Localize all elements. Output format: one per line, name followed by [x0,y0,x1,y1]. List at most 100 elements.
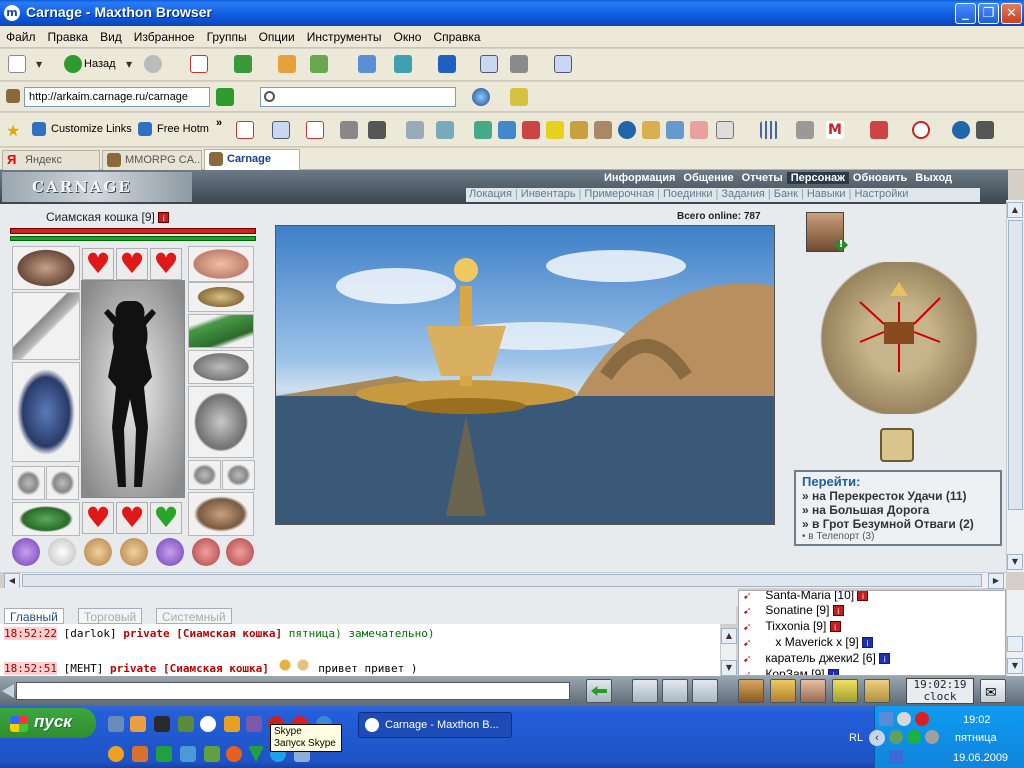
scroll-down-icon[interactable]: ▼ [1007,554,1023,570]
glasses-icon[interactable] [976,121,994,139]
info-icon[interactable]: i [857,591,869,602]
info-icon[interactable]: i [862,637,874,649]
scroll-left-icon[interactable]: ◀ [4,573,20,589]
firefox-icon[interactable] [226,746,242,762]
message-private[interactable]: private [Сиамская кошка] [110,662,269,675]
safari-icon[interactable] [952,121,970,139]
maxthon-quick-icon[interactable] [200,716,216,732]
palette-icon[interactable] [570,121,588,139]
rune-icon[interactable] [226,538,254,566]
boots-slot[interactable] [188,492,254,536]
menu-file[interactable]: Файл [0,26,42,48]
tab-mmorpg[interactable]: MMORPG CA... [102,150,202,170]
tray-icon[interactable] [889,750,903,764]
goto-teleport-link[interactable]: • в Телепорт (3) [802,531,994,542]
tile-icon[interactable] [272,121,290,139]
goto-crossroads-link[interactable]: » на Перекресток Удачи (11) [802,489,994,503]
quicklaunch-icon[interactable] [130,716,146,732]
nav-inventory[interactable]: Инвентарь [518,188,579,200]
quicklaunch-icon[interactable] [246,716,262,732]
scroll-down-icon[interactable]: ▼ [721,660,737,676]
scroll-right-icon[interactable]: ▶ [988,573,1004,589]
scroll-thumb[interactable] [1008,220,1023,510]
quicklaunch-icon[interactable] [108,716,124,732]
chat-message-input[interactable] [16,682,570,700]
arrow-left-icon[interactable] [2,684,14,698]
rune-icon[interactable] [156,538,184,566]
nav-bank[interactable]: Банк [771,188,801,200]
nav-quests[interactable]: Задания [718,188,767,200]
scroll-button[interactable] [864,679,890,703]
shield-slot[interactable] [188,386,254,458]
message-private[interactable]: private [Сиамская кошка] [123,627,282,640]
quicklaunch-icon[interactable] [108,746,124,762]
user-name[interactable]: КорЗам [9] [765,667,824,675]
user-name[interactable]: Sonatine [9] [765,603,829,617]
chat-scrollbar[interactable]: ▲ ▼ [720,628,737,676]
chat-tab-main[interactable]: Главный [4,608,64,624]
gmail-icon[interactable]: M [826,121,844,139]
nav-communication[interactable]: Общение [679,172,737,184]
coins-button[interactable] [770,679,796,703]
close-all-icon[interactable] [306,121,324,139]
quicklaunch-icon[interactable] [156,746,172,762]
heart-icon[interactable]: ♥ [116,248,148,280]
go-icon[interactable] [216,88,234,106]
nav-info[interactable]: Информация [600,172,679,184]
image-icon[interactable] [474,121,492,139]
volume-button[interactable] [692,679,718,703]
location-scene[interactable] [275,225,775,525]
message-sender[interactable]: [МЕНТ] [64,662,104,675]
goto-grotto-link[interactable]: » в Грот Безумной Отваги (2) [802,517,994,531]
forward-icon[interactable] [144,55,162,73]
ring-slot[interactable] [188,460,221,490]
no-entry-icon[interactable] [912,121,930,139]
heart-icon[interactable]: ♥ [116,502,148,534]
heart-icon[interactable]: ♥ [82,248,114,280]
helmet-slot[interactable] [12,246,80,290]
location-map[interactable] [820,262,978,414]
camera-icon[interactable] [666,121,684,139]
chevron-icon[interactable]: » [216,117,222,129]
upload-icon[interactable] [310,55,328,73]
scroll-down-icon[interactable]: ▼ [1007,658,1023,674]
save-icon[interactable] [340,121,358,139]
heart-icon[interactable]: ♥ [82,502,114,534]
user-name[interactable]: Tixxonia [9] [765,619,826,633]
belt-slot[interactable] [12,502,80,536]
goto-highway-link[interactable]: » на Большая Дорога [802,503,994,517]
stop-icon[interactable] [190,55,208,73]
quicklaunch-icon[interactable] [178,716,194,732]
rune-icon[interactable] [12,538,40,566]
whisper-icon[interactable]: ➹ [743,622,751,633]
armor-slot[interactable] [12,362,80,462]
info-icon[interactable]: i [158,212,170,224]
tray-icon[interactable] [915,712,929,726]
tree-icon[interactable] [394,55,412,73]
nav-location[interactable]: Локация [466,188,515,200]
ring-slot[interactable] [222,460,255,490]
search-input[interactable] [260,87,456,107]
quicklaunch-icon[interactable] [132,746,148,762]
free-hotmail-link[interactable]: Free Hotm [157,123,209,135]
tray-icon[interactable] [897,712,911,726]
whisper-icon[interactable]: ➹ [743,654,751,665]
tab-carnage[interactable]: Carnage [204,149,300,170]
nav-skills[interactable]: Навыки [804,188,849,200]
close-button[interactable]: ✕ [1001,3,1022,24]
star-icon[interactable]: ★ [6,121,20,140]
amulet-slot[interactable] [188,282,254,312]
nav-settings[interactable]: Настройки [851,188,911,200]
send-button[interactable] [586,679,612,703]
nav-exit[interactable]: Выход [911,172,956,184]
language-indicator[interactable]: RL [849,732,863,744]
floppy-icon[interactable] [368,121,386,139]
menu-favorites[interactable]: Избранное [128,26,201,48]
shield-button[interactable] [832,679,858,703]
scroll-up-icon[interactable]: ▲ [721,628,737,644]
reload-icon[interactable] [498,121,516,139]
quicklaunch-icon[interactable] [180,746,196,762]
user-name[interactable]: x Maverick x [9] [775,635,858,649]
rune-icon[interactable] [84,538,112,566]
horizontal-scrollbar[interactable]: ◀ ▶ [4,572,1006,589]
